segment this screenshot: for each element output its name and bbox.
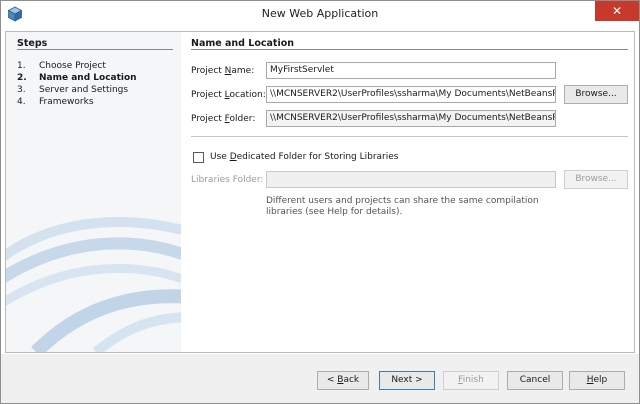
section-separator: [191, 136, 628, 137]
window-title: New Web Application: [261, 7, 379, 20]
help-button[interactable]: Help: [569, 371, 625, 390]
libraries-help-text: Different users and projects can share t…: [266, 196, 539, 217]
title-bar[interactable]: New Web Application ✕: [1, 1, 639, 29]
steps-panel: Steps 1. Choose Project 2. Name and Locati…: [6, 32, 181, 352]
dedicated-folder-label[interactable]: Use Dedicated Folder for Storing Librari…: [210, 152, 398, 162]
step-item-current: 2. Name and Location: [17, 73, 137, 83]
step-item: 1. Choose Project: [17, 61, 106, 71]
step-item: 4. Frameworks: [17, 97, 94, 107]
dedicated-folder-checkbox[interactable]: [193, 152, 204, 163]
libraries-folder-label: Libraries Folder:: [191, 175, 264, 185]
steps-divider: [17, 49, 173, 50]
back-button[interactable]: < Back: [317, 371, 369, 390]
next-button[interactable]: Next >: [379, 371, 435, 390]
browse-libraries-button[interactable]: Browse...: [564, 170, 628, 189]
steps-list: 1. Choose Project 2. Name and Location 3. S…: [17, 60, 137, 108]
project-location-label: Project Location:: [191, 90, 266, 100]
project-location-input[interactable]: \\MCNSERVER2\UserProfiles\ssharma\My Doc…: [266, 86, 556, 103]
close-button[interactable]: ✕: [595, 1, 639, 21]
steps-heading: Steps: [17, 38, 48, 49]
browse-location-button[interactable]: Browse...: [564, 85, 628, 104]
button-bar: < Back Next > Finish Cancel Help: [1, 354, 639, 403]
close-icon: ✕: [611, 4, 623, 18]
project-folder-label: Project Folder:: [191, 114, 256, 124]
section-divider: [191, 49, 628, 50]
decorative-swoosh-graphic: [6, 217, 181, 352]
step-label: Choose Project: [39, 61, 106, 71]
finish-button[interactable]: Finish: [443, 371, 499, 390]
cancel-button[interactable]: Cancel: [507, 371, 563, 390]
wizard-content: Steps 1. Choose Project 2. Name and Locati…: [5, 31, 635, 353]
step-label: Frameworks: [39, 97, 94, 107]
project-folder-input[interactable]: \\MCNSERVER2\UserProfiles\ssharma\My Doc…: [266, 110, 556, 127]
section-title: Name and Location: [191, 38, 295, 49]
libraries-folder-input[interactable]: [266, 171, 556, 188]
step-label: Name and Location: [39, 73, 137, 83]
name-location-panel: Name and Location Project Name: MyFirstS…: [181, 32, 634, 352]
step-label: Server and Settings: [39, 85, 129, 95]
dialog-window: New Web Application ✕ Steps 1. Choose Pro…: [0, 0, 640, 404]
step-item: 3. Server and Settings: [17, 85, 129, 95]
project-name-label: Project Name:: [191, 66, 255, 76]
project-name-input[interactable]: MyFirstServlet: [266, 62, 556, 79]
